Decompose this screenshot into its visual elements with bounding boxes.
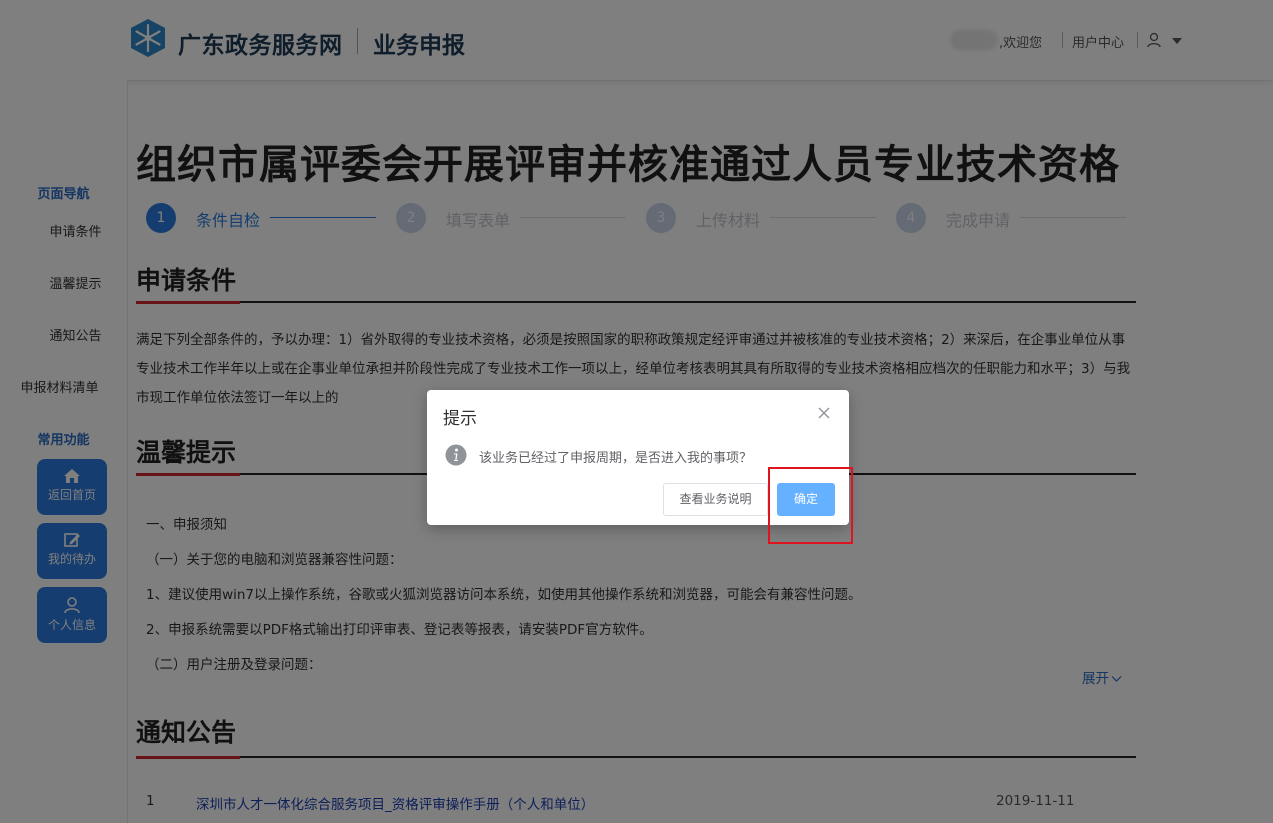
info-icon [445, 444, 467, 466]
dialog-title: 提示 [443, 409, 477, 429]
view-explanation-button[interactable]: 查看业务说明 [663, 483, 768, 516]
highlight-annotation [768, 467, 853, 544]
close-icon[interactable] [817, 406, 831, 420]
dialog-message: 该业务已经过了申报周期，是否进入我的事项？ [479, 451, 753, 466]
